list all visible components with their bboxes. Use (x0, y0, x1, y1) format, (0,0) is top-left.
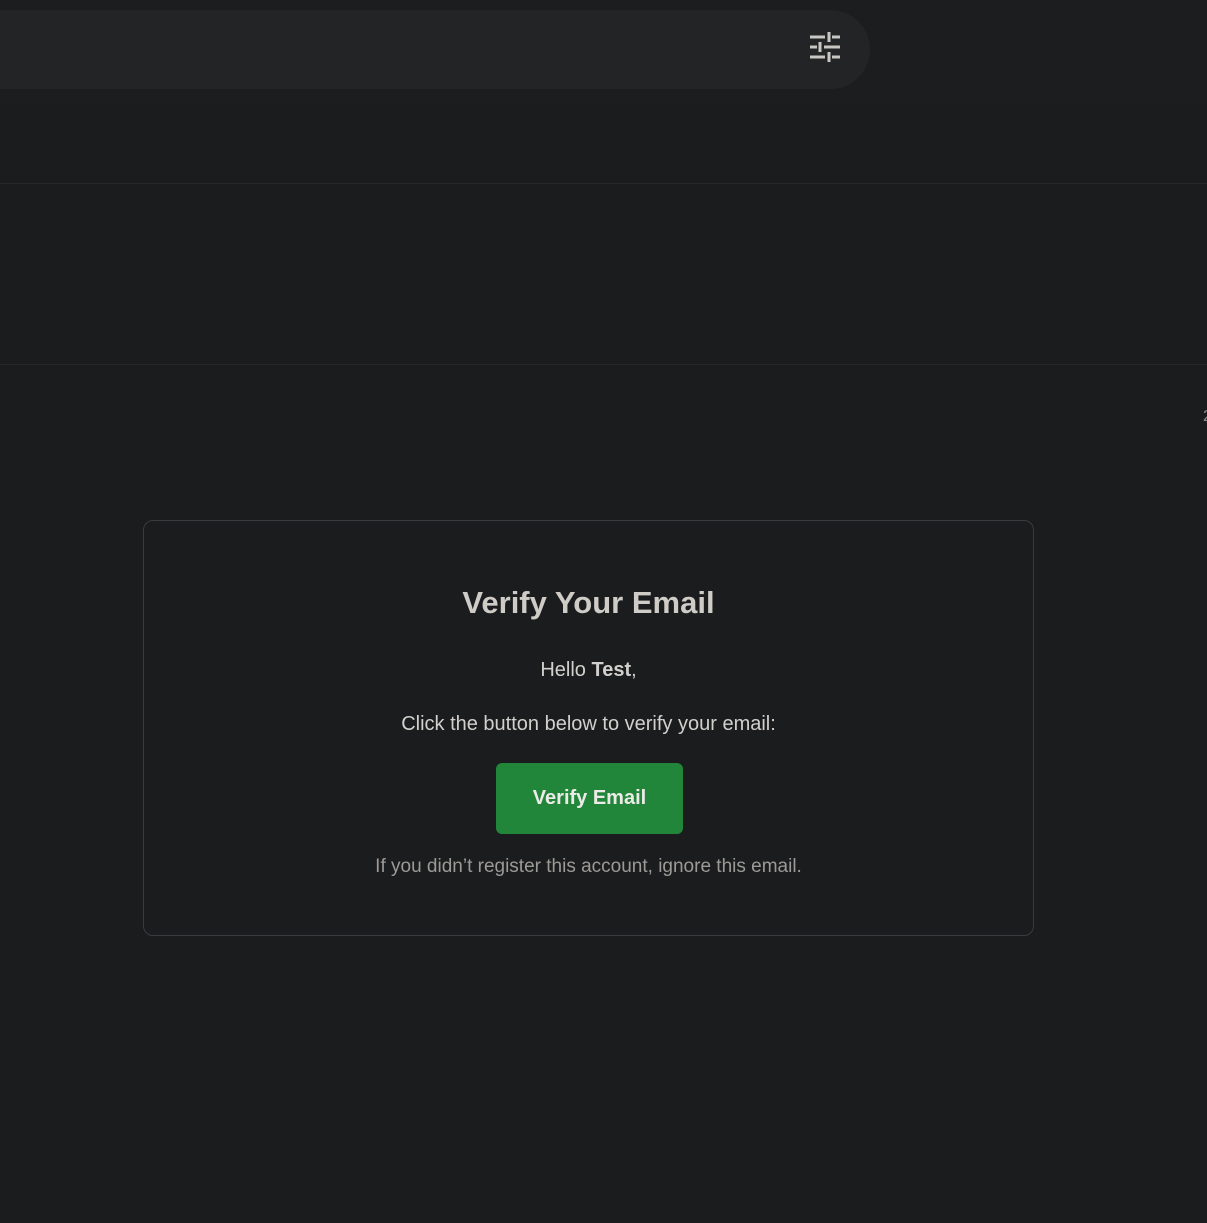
truncated-text: 2 (1203, 408, 1207, 426)
verify-email-button[interactable]: Verify Email (496, 763, 683, 834)
email-title: Verify Your Email (462, 585, 715, 620)
user-name: Test (591, 659, 632, 681)
top-bar (0, 0, 1207, 104)
greeting-suffix: , (631, 659, 637, 681)
message-header: 2 (0, 184, 1207, 425)
greeting-prefix: Hello (540, 659, 592, 681)
instruction-text: Click the button below to verify your em… (401, 713, 776, 735)
toolbar-area (0, 104, 1207, 184)
search-bar[interactable] (0, 10, 870, 89)
disclaimer-text: If you didn’t register this account, ign… (375, 856, 802, 877)
sliders-icon (810, 32, 840, 62)
email-card: Verify Your Email Hello Test, Click the … (143, 520, 1034, 936)
filter-button[interactable] (802, 24, 848, 70)
greeting: Hello Test, (144, 659, 1033, 682)
